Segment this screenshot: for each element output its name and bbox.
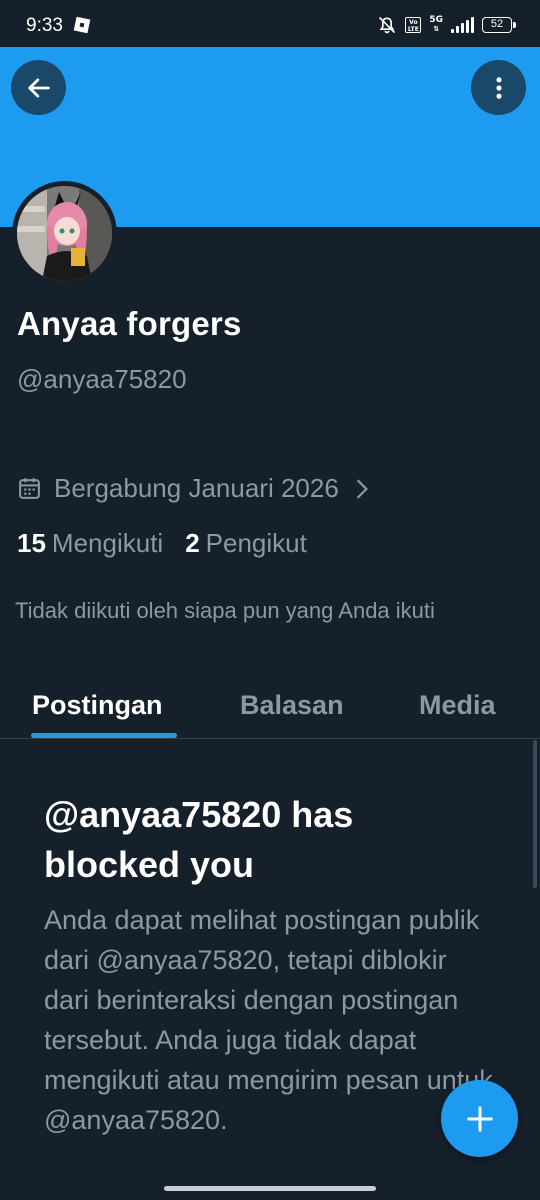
following-count: 15 xyxy=(17,528,46,558)
arrow-left-icon xyxy=(27,77,50,98)
profile-display-name: Anyaa forgers xyxy=(17,305,242,342)
not-followed-note: Tidak diikuti oleh siapa pun yang Anda i… xyxy=(15,598,435,623)
blocked-title: @anyaa75820 has blocked you xyxy=(44,794,354,885)
tab-replies[interactable]: Balasan xyxy=(240,690,344,721)
active-tab-indicator xyxy=(31,733,177,738)
compose-button[interactable] xyxy=(441,1080,518,1157)
followers-label: Pengikut xyxy=(205,528,307,558)
plus-icon xyxy=(466,1105,493,1132)
more-vertical-icon xyxy=(495,76,502,99)
status-time: 9:33 xyxy=(26,15,63,36)
more-options-button[interactable] xyxy=(471,60,526,115)
tab-media[interactable]: Media xyxy=(419,690,496,721)
followers-count: 2 xyxy=(185,528,200,558)
follow-stats: 15 Mengikuti 2 Pengikut xyxy=(17,528,307,559)
following-link[interactable]: 15 Mengikuti xyxy=(17,528,163,559)
back-button[interactable] xyxy=(11,60,66,115)
calendar-icon xyxy=(19,478,40,499)
profile-handle: @anyaa75820 xyxy=(17,364,187,394)
chevron-right-icon xyxy=(356,478,368,499)
battery-icon: 52 xyxy=(482,17,516,33)
followers-link[interactable]: 2 Pengikut xyxy=(185,528,307,559)
joined-date-row[interactable]: Bergabung Januari 2026 xyxy=(17,473,371,504)
tab-posts[interactable]: Postingan xyxy=(32,690,163,721)
home-indicator[interactable] xyxy=(164,1186,376,1191)
roblox-notification-icon xyxy=(73,16,91,34)
network-type: 5G ⇅ xyxy=(429,15,443,34)
avatar[interactable] xyxy=(12,181,117,286)
profile-tabs: Postingan Balasan Media xyxy=(0,680,540,739)
status-icons: Vo LTE 5G ⇅ 52 xyxy=(377,14,516,36)
joined-date-text: Bergabung Januari 2026 xyxy=(54,473,339,503)
status-bar: 9:33 Vo LTE 5G ⇅ 52 xyxy=(0,0,540,47)
avatar-image xyxy=(17,186,112,281)
following-label: Mengikuti xyxy=(51,528,164,558)
scrollbar[interactable] xyxy=(533,740,537,888)
volte-icon: Vo LTE xyxy=(405,17,422,33)
mute-icon xyxy=(379,16,396,34)
signal-icon xyxy=(451,17,474,33)
blocked-description: Anda dapat melihat postingan publik dari… xyxy=(44,905,493,1135)
